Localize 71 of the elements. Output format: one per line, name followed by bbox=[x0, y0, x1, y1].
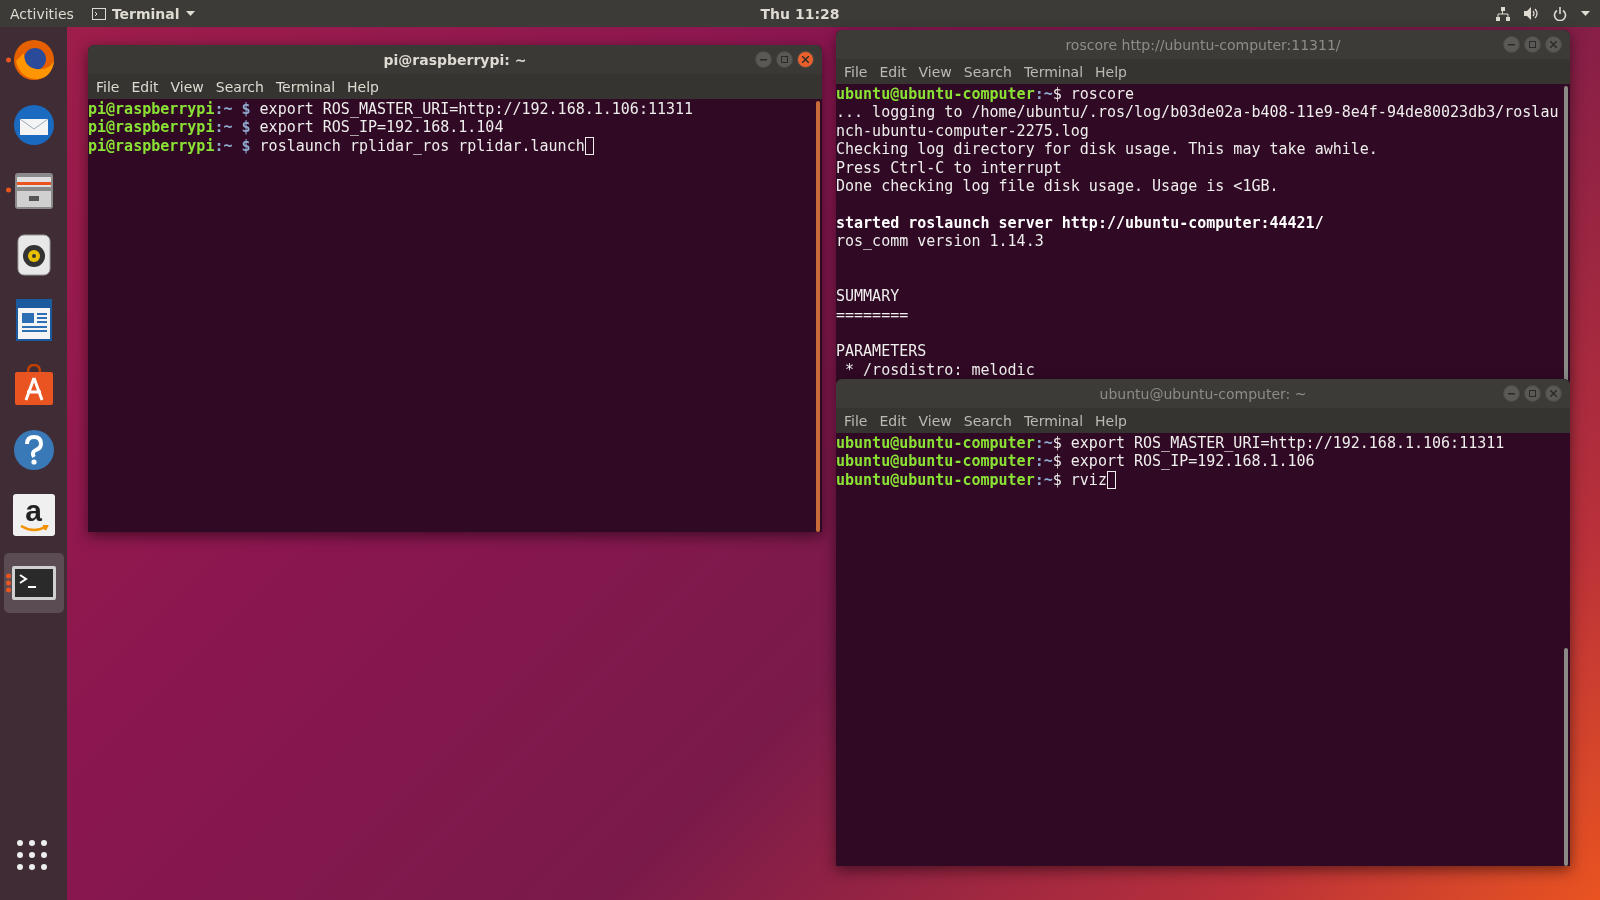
caret-icon bbox=[185, 11, 195, 16]
terminal-line: Press Ctrl-C to interrupt bbox=[836, 158, 1063, 177]
terminal-line: ubuntu@ubuntu-computer:~$ roscore bbox=[836, 85, 1136, 104]
activities-button[interactable]: Activities bbox=[10, 5, 74, 22]
terminal-line: pi@raspberrypi:~ $ roslaunch rplidar_ros rplidar.launch bbox=[88, 136, 822, 156]
menu-item[interactable]: Terminal bbox=[1017, 412, 1090, 429]
terminal-icon[interactable] bbox=[11, 566, 56, 600]
menu-item[interactable]: Terminal bbox=[1017, 63, 1090, 80]
window-title: pi@raspberrypi: ~ bbox=[383, 51, 527, 68]
terminal-line: ======== bbox=[836, 305, 910, 325]
menu-item[interactable]: File bbox=[90, 78, 126, 95]
close-button[interactable] bbox=[797, 51, 814, 68]
scrollbar[interactable] bbox=[1564, 648, 1568, 866]
store-launcher[interactable]: a bbox=[12, 494, 55, 536]
minimize-icon bbox=[1508, 43, 1515, 46]
scrollbar[interactable] bbox=[816, 101, 820, 532]
mail-icon[interactable] bbox=[12, 104, 55, 146]
menu-item[interactable]: Help bbox=[1089, 63, 1133, 80]
scrollbar[interactable] bbox=[1564, 86, 1568, 382]
volume-icon[interactable] bbox=[1524, 7, 1539, 20]
menu-item[interactable]: View bbox=[912, 412, 958, 429]
terminal-line: ... logging to /home/ubuntu/.ros/log/b03de02a-b408-11e9-8e4f-94de80023db3/roslau bbox=[836, 103, 1560, 122]
menu-item[interactable]: Edit bbox=[873, 412, 913, 429]
app-menu[interactable]: Terminal bbox=[91, 5, 195, 22]
minimize-icon bbox=[1508, 392, 1515, 395]
maximize-icon bbox=[1529, 390, 1536, 397]
apps-grid-icon[interactable] bbox=[17, 840, 47, 870]
terminal-line: ubuntu@ubuntu-computer:~$ rviz bbox=[836, 470, 1570, 490]
close-icon bbox=[1550, 390, 1557, 397]
help-icon[interactable] bbox=[12, 429, 55, 471]
smile-arrow-icon bbox=[18, 525, 49, 533]
menu-item[interactable]: View bbox=[912, 63, 958, 80]
terminal-line: started roslaunch server http://ubuntu-computer:44421/ bbox=[836, 213, 1325, 233]
dock-item[interactable]: a bbox=[3, 488, 64, 542]
terminal-line: nch-ubuntu-computer-2275.log bbox=[836, 121, 1090, 141]
clock[interactable]: Thu 11:28 bbox=[760, 5, 840, 22]
close-icon bbox=[802, 56, 809, 63]
minimize-icon bbox=[760, 58, 767, 61]
menu-item[interactable]: Search bbox=[957, 412, 1018, 429]
maximize-icon bbox=[781, 56, 788, 63]
terminal-line: * /rosdistro: melodic bbox=[844, 360, 1036, 380]
terminal-line: pi@raspberrypi:~ $ export ROS_MASTER_URI=http://192.168.1.106:11311 bbox=[88, 100, 695, 119]
terminal-line: ubuntu@ubuntu-computer:~$ export ROS_IP=192.168.1.106 bbox=[836, 452, 1316, 471]
network-icon[interactable] bbox=[1496, 6, 1510, 21]
power-icon[interactable] bbox=[1553, 6, 1567, 21]
shopping-bag-icon[interactable] bbox=[12, 364, 55, 406]
menu-item[interactable]: File bbox=[838, 412, 874, 429]
terminal-line: Done checking log file disk usage. Usage is <1GB. bbox=[836, 176, 1280, 196]
caret-icon bbox=[1581, 11, 1590, 16]
terminal-line: SUMMARY bbox=[836, 287, 901, 306]
terminal-icon bbox=[91, 7, 106, 20]
menu-item[interactable]: Search bbox=[209, 78, 270, 95]
menu-item[interactable]: Help bbox=[1089, 412, 1133, 429]
terminal-line: pi@raspberrypi:~ $ export ROS_IP=192.168.1.104 bbox=[88, 118, 505, 137]
close-icon bbox=[1550, 41, 1557, 48]
dock-item[interactable] bbox=[3, 553, 64, 613]
terminal-line: ros_comm version 1.14.3 bbox=[836, 232, 1045, 251]
maximize-icon bbox=[1529, 41, 1536, 48]
window-title: roscore http://ubuntu-computer:11311/ bbox=[1065, 36, 1341, 53]
terminal-line: ubuntu@ubuntu-computer:~$ export ROS_MASTER_URI=http://192.168.1.106:11311 bbox=[836, 434, 1506, 453]
terminal-line: Checking log directory for disk usage. This may take awhile. bbox=[836, 140, 1379, 159]
menu-item[interactable]: Edit bbox=[125, 78, 165, 95]
menu-item[interactable]: Search bbox=[957, 63, 1018, 80]
globe-icon[interactable] bbox=[12, 39, 55, 81]
menu-item[interactable]: View bbox=[164, 78, 210, 95]
menu-item[interactable]: Terminal bbox=[269, 78, 342, 95]
menu-item[interactable]: File bbox=[838, 63, 874, 80]
terminal-line: PARAMETERS bbox=[836, 342, 928, 361]
menu-item[interactable]: Edit bbox=[873, 63, 913, 80]
menu-item[interactable]: Help bbox=[341, 78, 385, 95]
window-title: ubuntu@ubuntu-computer: ~ bbox=[1099, 385, 1307, 402]
